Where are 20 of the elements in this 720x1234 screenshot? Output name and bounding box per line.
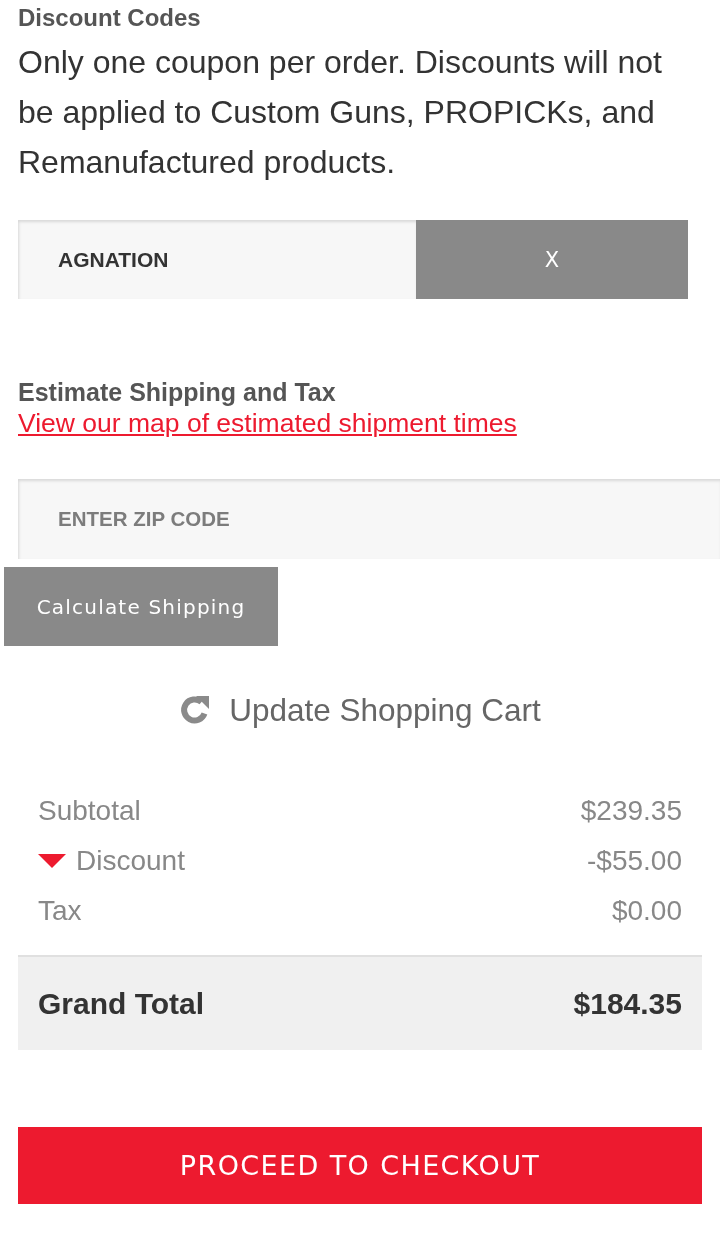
remove-coupon-button[interactable]: X bbox=[416, 220, 688, 299]
checkout-button[interactable]: PROCEED TO CHECKOUT bbox=[18, 1127, 702, 1204]
section-title: Estimate Shipping and Tax bbox=[18, 379, 336, 405]
total-value: -$55.00 bbox=[587, 845, 682, 877]
coupon-note: Only one coupon per order. Discounts will not be applied to Custom Guns, PROPICKs, and Remanufactured products. bbox=[18, 43, 663, 182]
grand-total-label: Grand Total bbox=[38, 986, 205, 1021]
grand-total-value: $184.35 bbox=[573, 986, 682, 1021]
section-title: Discount Codes bbox=[18, 5, 202, 31]
total-value: $239.35 bbox=[580, 795, 682, 827]
total-value: $0.00 bbox=[611, 895, 682, 927]
update-cart-button[interactable]: Update Shopping Cart bbox=[179, 692, 541, 728]
map-link[interactable]: View our map of estimated shipment times bbox=[18, 407, 517, 439]
total-label: Subtotal bbox=[38, 795, 141, 827]
coupon-field[interactable]: AGNATION bbox=[18, 220, 416, 299]
caret-down-icon bbox=[38, 854, 66, 868]
total-label[interactable]: Discount bbox=[76, 845, 185, 877]
calculate-shipping-button[interactable]: Calculate Shipping bbox=[4, 567, 278, 646]
zip-code-field[interactable]: ENTER ZIP CODE bbox=[18, 479, 720, 559]
refresh-icon bbox=[179, 694, 212, 726]
total-label: Tax bbox=[38, 895, 82, 927]
